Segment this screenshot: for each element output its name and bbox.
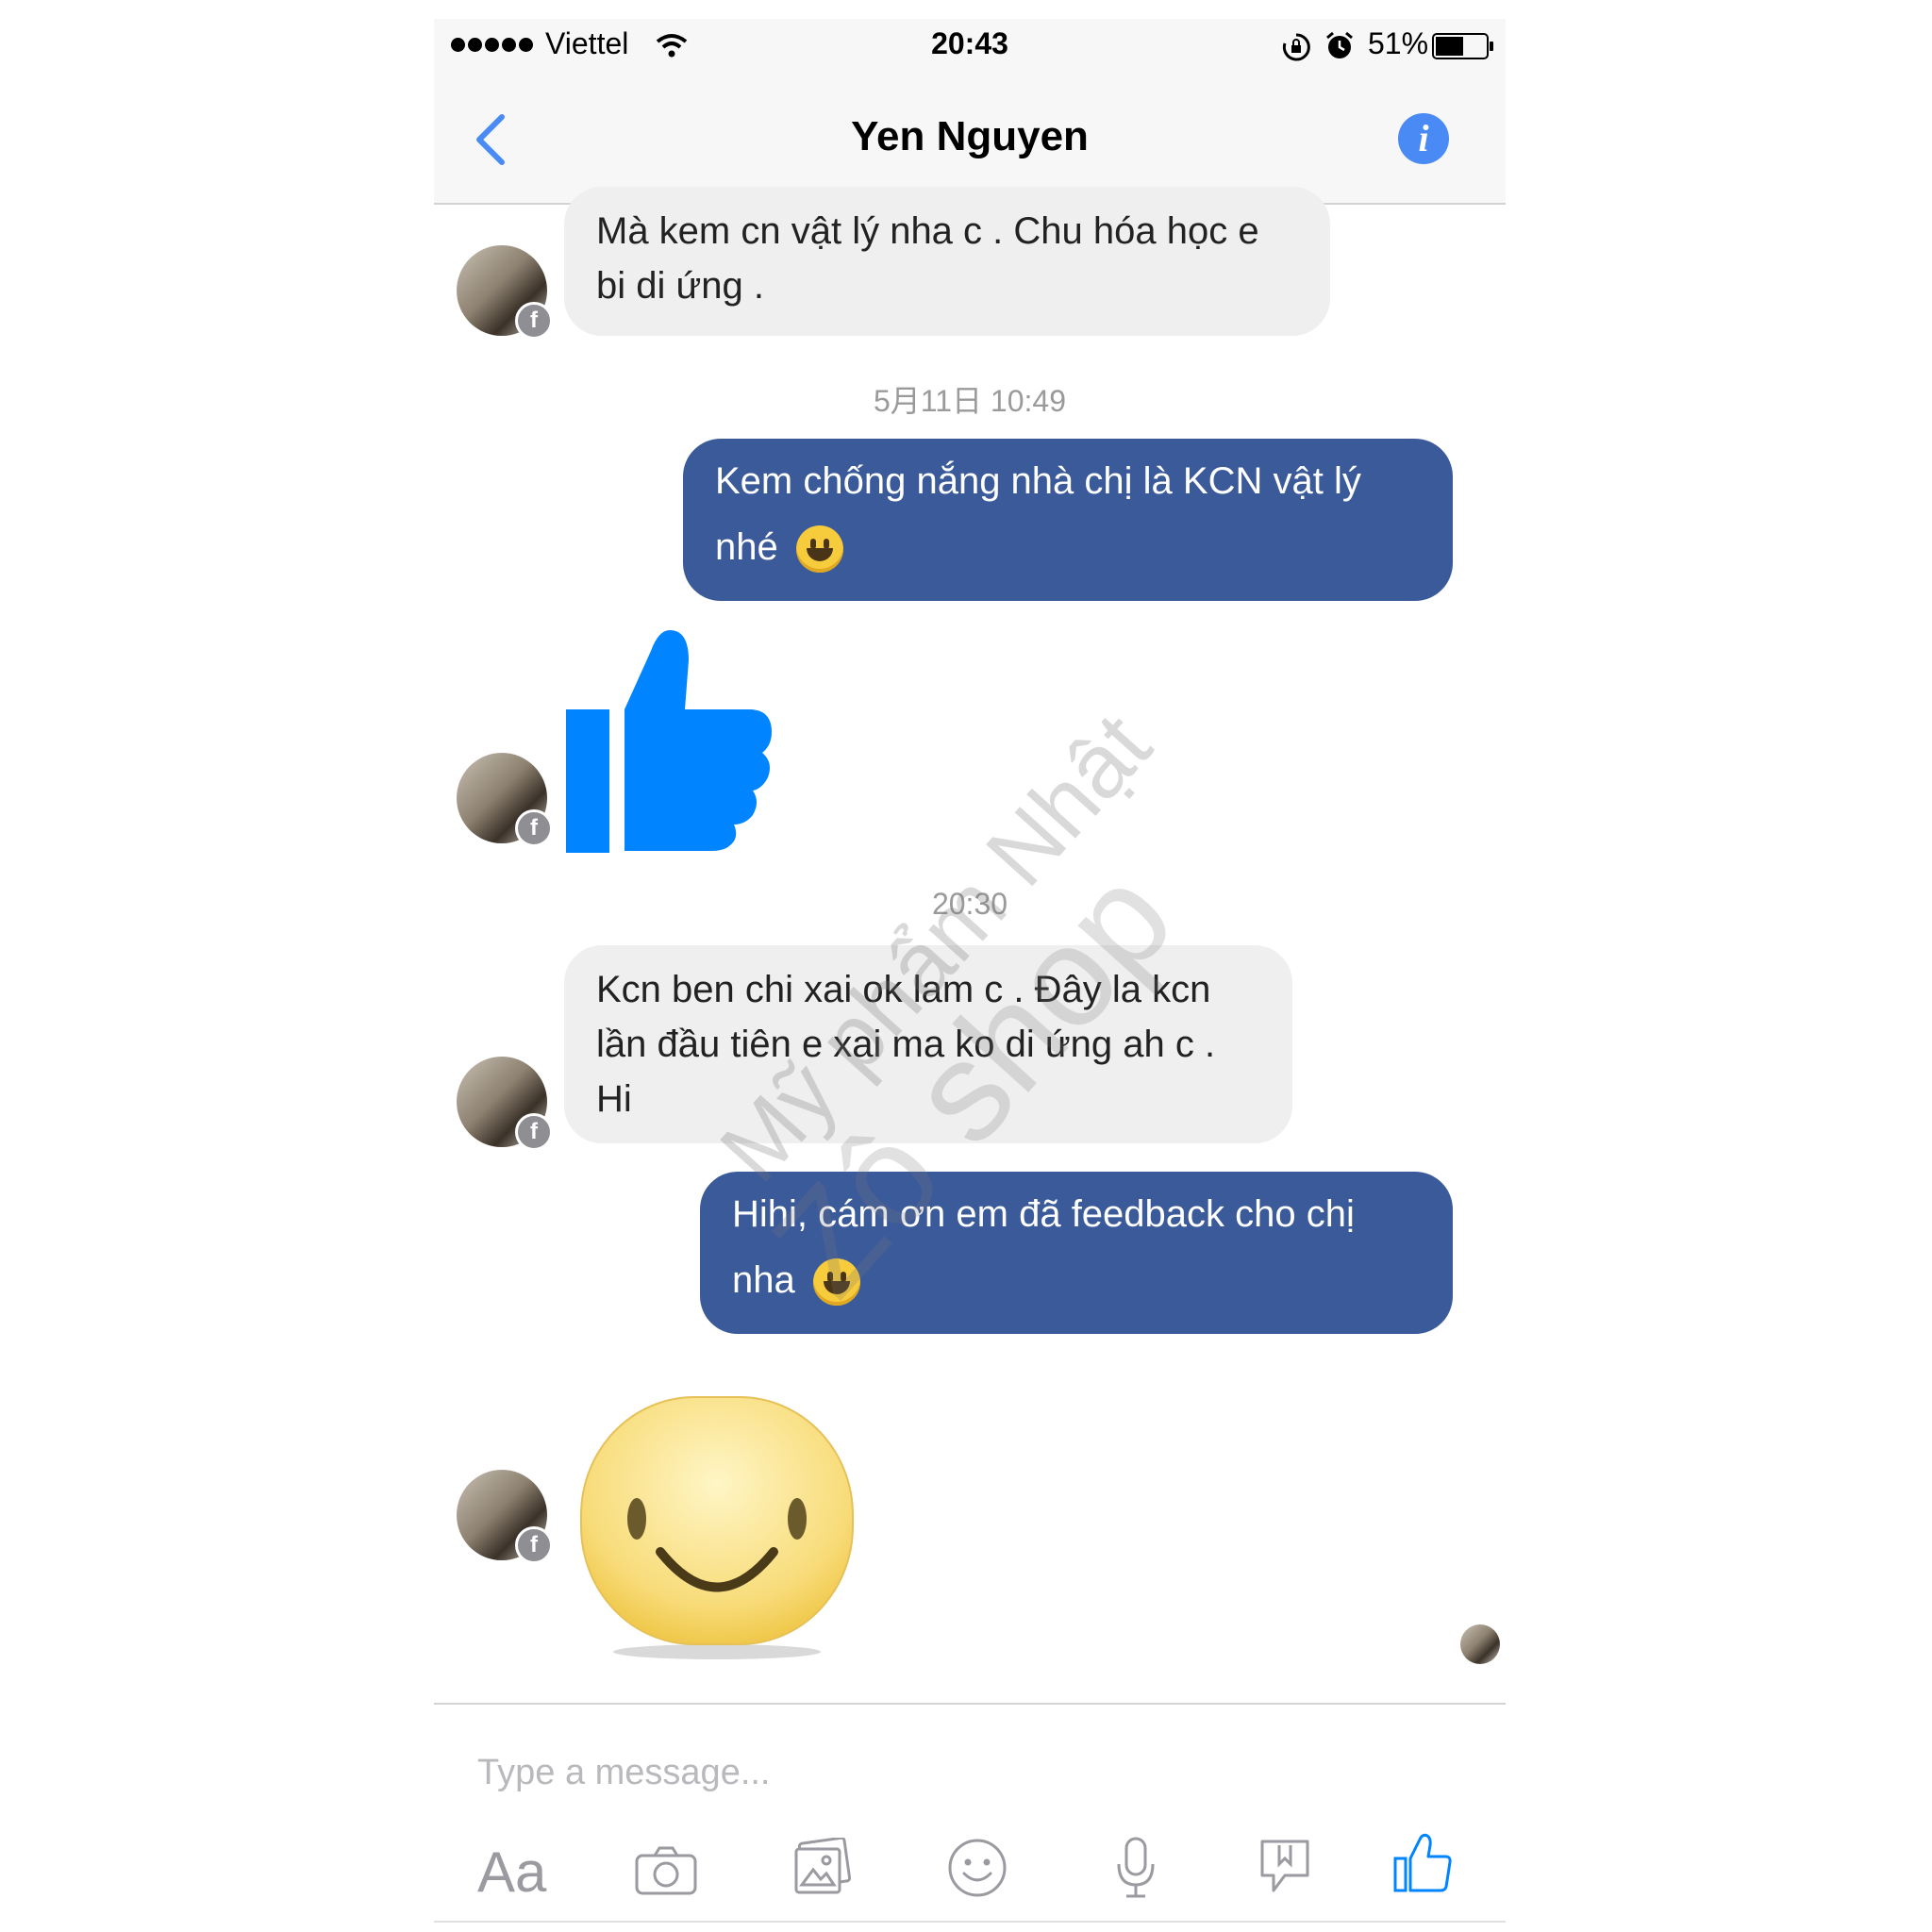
contact-name[interactable]: Yen Nguyen — [434, 113, 1506, 160]
read-receipt-avatar — [1460, 1624, 1500, 1664]
thumbs-up-icon[interactable] — [564, 623, 776, 858]
messenger-screen: Viettel 20:43 51% Yen Nguyen i f Mà kem … — [434, 19, 1506, 1932]
microphone-icon[interactable] — [1115, 1836, 1157, 1900]
like-button-icon[interactable] — [1392, 1832, 1453, 1894]
smiley-emoji-icon — [795, 525, 843, 574]
battery-percentage: 51% — [1368, 26, 1429, 60]
outgoing-message[interactable]: Kem chống nắng nhà chị là KCN vật lý nhé — [683, 439, 1453, 601]
timestamp: 5月11日 10:49 — [874, 384, 1066, 418]
facebook-badge-icon: f — [515, 302, 553, 340]
facebook-badge-icon: f — [515, 1113, 553, 1151]
text-formatting-button[interactable]: Aa — [477, 1844, 546, 1901]
facebook-badge-icon: f — [515, 1526, 553, 1564]
bottom-divider — [434, 1921, 1506, 1923]
composer-divider — [434, 1703, 1506, 1705]
message-input-placeholder: Type a message... — [477, 1753, 771, 1792]
rotation-lock-icon — [1282, 33, 1310, 61]
camera-icon[interactable] — [634, 1844, 698, 1897]
incoming-message[interactable]: Mà kem cn vật lý nha c . Chu hóa học e b… — [564, 187, 1330, 336]
status-bar: Viettel 20:43 51% — [434, 19, 1506, 75]
info-icon[interactable]: i — [1398, 113, 1449, 164]
location-icon[interactable] — [1257, 1836, 1313, 1896]
conversation-header: Yen Nguyen i — [434, 75, 1506, 205]
alarm-icon — [1326, 31, 1353, 58]
smiley-sticker-icon[interactable] — [575, 1391, 858, 1665]
facebook-badge-icon: f — [515, 809, 553, 847]
message-input[interactable]: Type a message... — [477, 1753, 771, 1793]
emoji-icon[interactable] — [947, 1838, 1008, 1898]
gallery-icon[interactable] — [792, 1838, 851, 1896]
battery-icon — [1432, 33, 1493, 59]
